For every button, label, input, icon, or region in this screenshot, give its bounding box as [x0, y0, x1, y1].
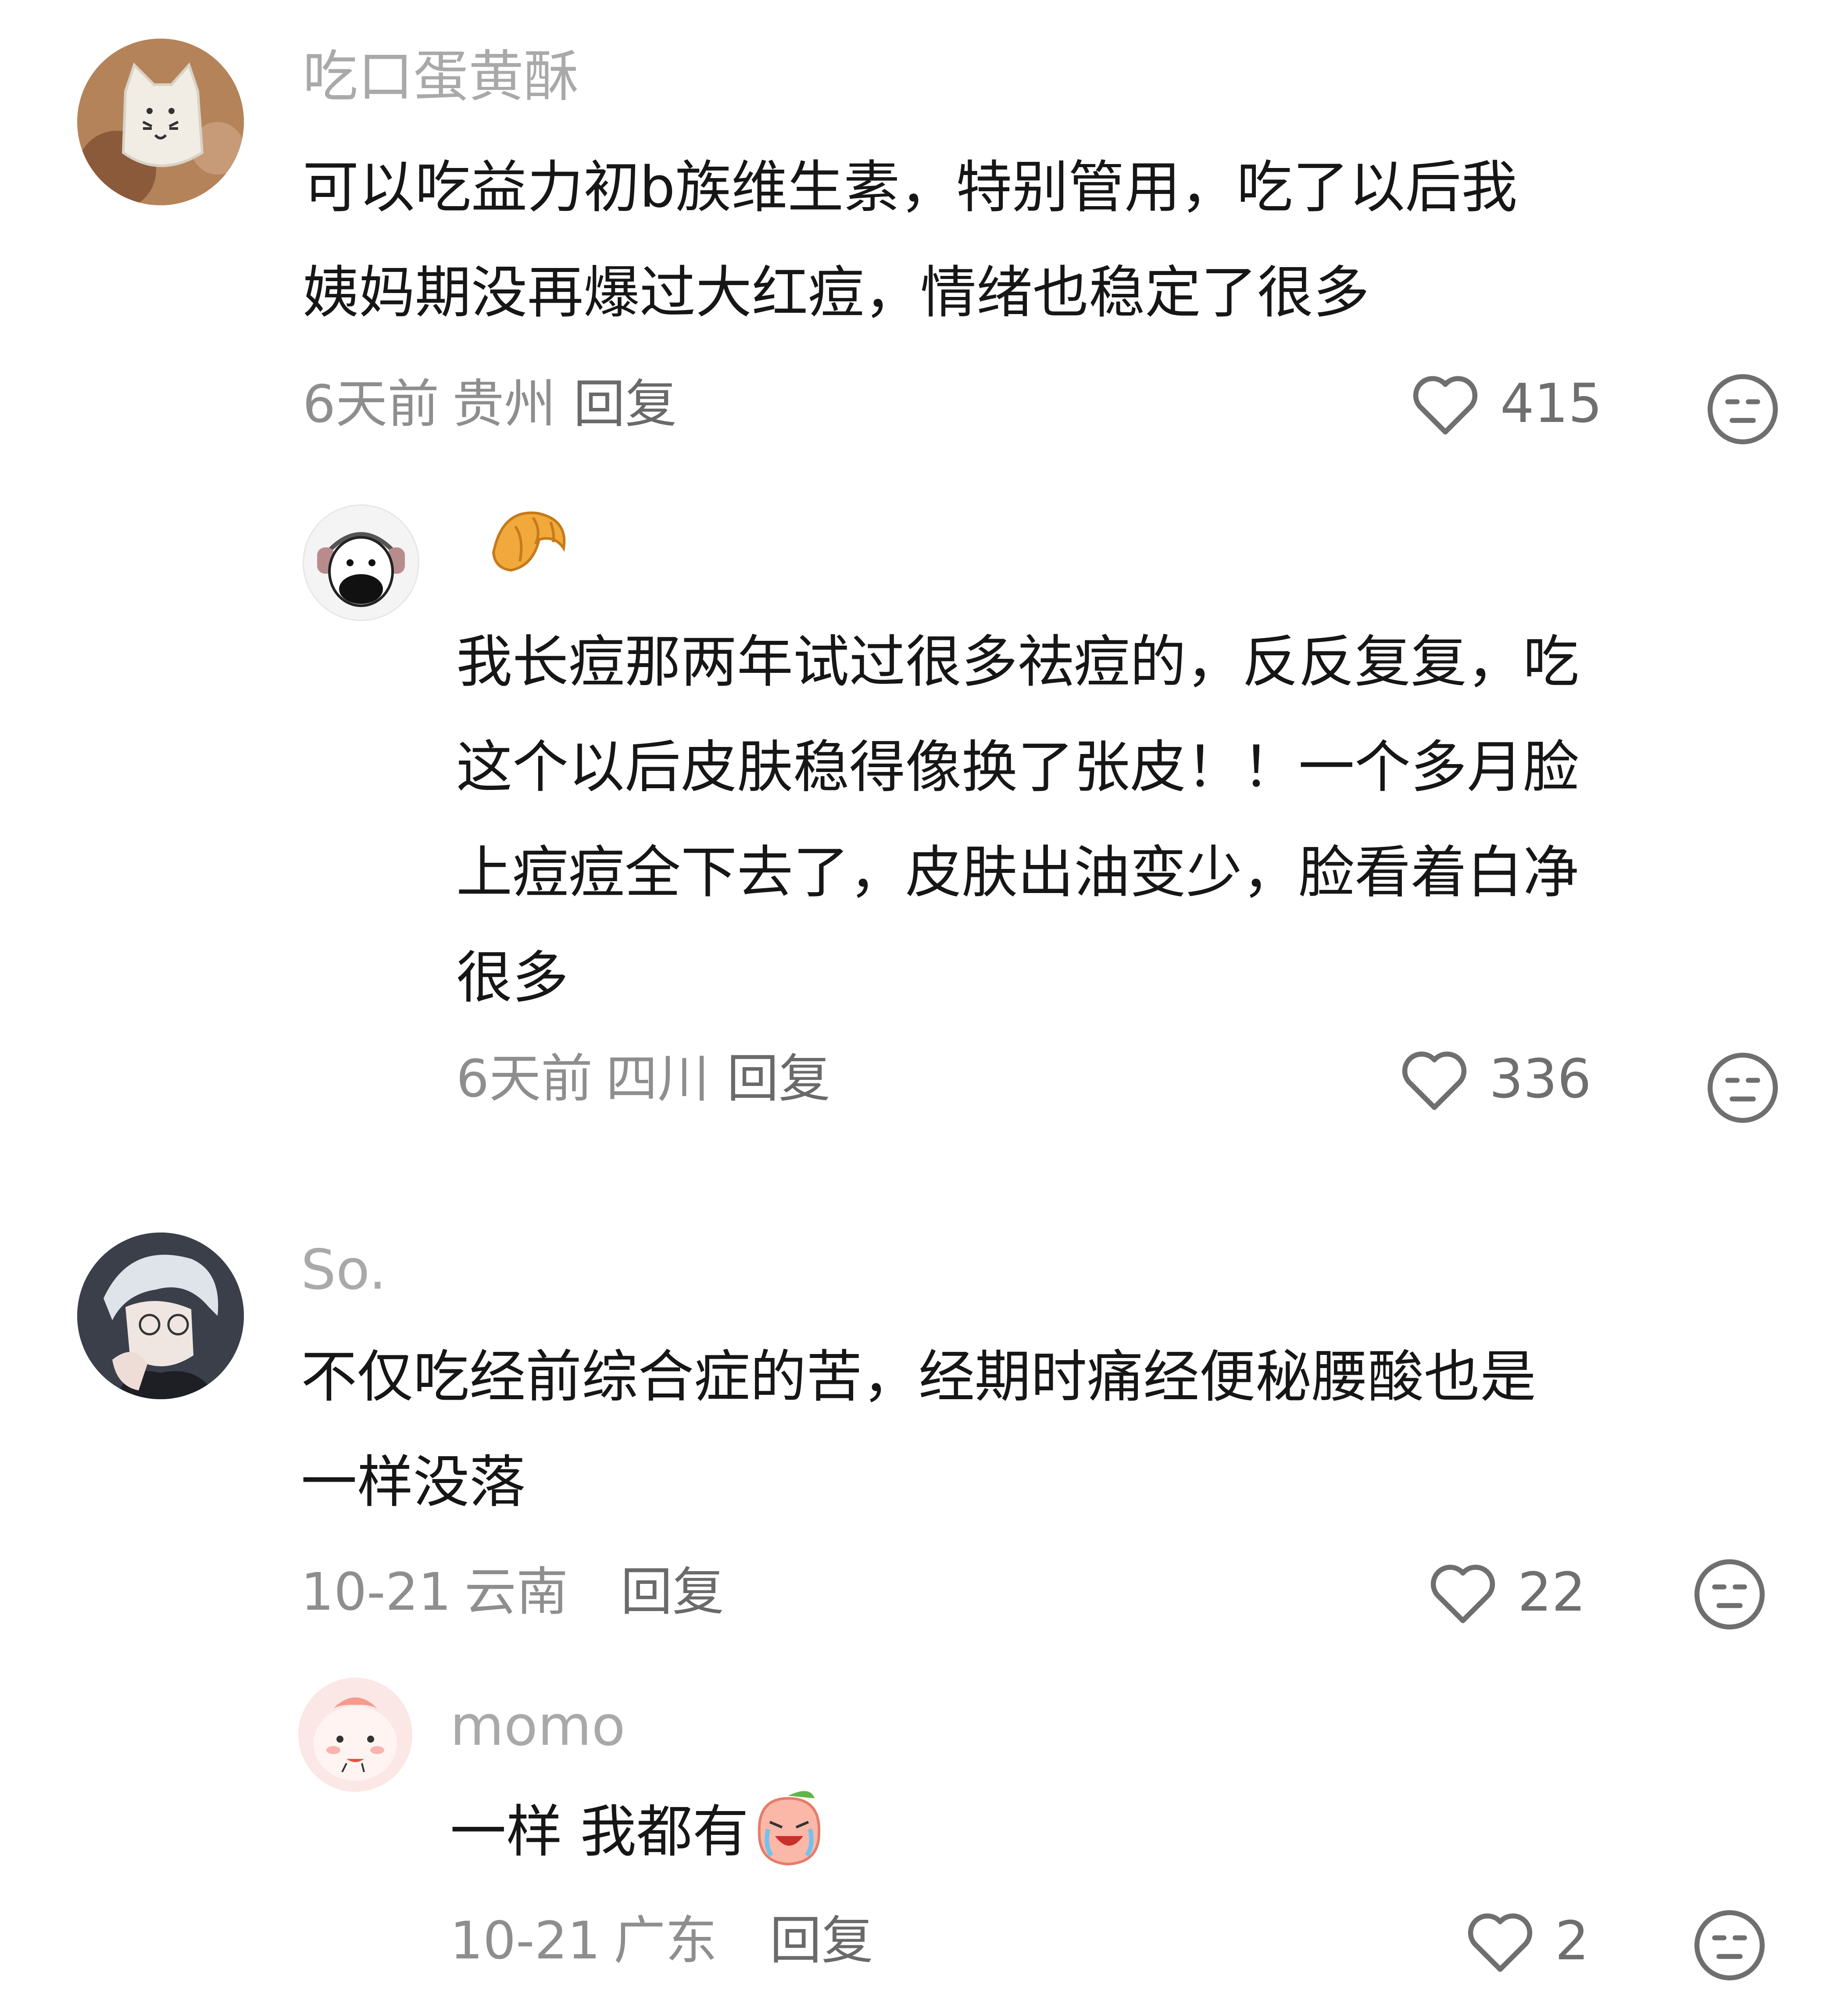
comment-username[interactable]: So.	[301, 1242, 386, 1297]
like-button[interactable]: 22	[1426, 1559, 1586, 1625]
heart-outline-icon	[1430, 1565, 1495, 1623]
anime-boy-avatar-icon	[77, 1233, 244, 1399]
crying-peach-emoji	[758, 1791, 820, 1866]
comment-line: 不仅吃经前综合症的苦，经期时痛经便秘腰酸也是	[301, 1344, 1537, 1410]
neutral-face-icon[interactable]	[1692, 1557, 1767, 1632]
comment-meta: 6天前 贵州 回复	[303, 378, 677, 430]
comment-text: 不仅吃经前综合症的苦，经期时痛经便秘腰酸也是 一样没落	[301, 1325, 1792, 1535]
comment-meta: 10-21 广东 回复	[450, 1915, 873, 1966]
avatar[interactable]	[303, 504, 419, 621]
avatar[interactable]	[298, 1678, 412, 1792]
comment-meta: 6天前 四川 回复	[456, 1053, 830, 1104]
comment-location: 广东	[613, 1910, 717, 1971]
comment-line: 上痘痘全下去了，皮肤出油变少，脸看着白净	[456, 840, 1580, 905]
comment-location: 云南	[464, 1561, 568, 1622]
like-button[interactable]: 415	[1408, 371, 1602, 436]
comment-text: 一样 我都有	[450, 1785, 1766, 1869]
comment-location: 贵州	[452, 374, 556, 434]
neutral-face-icon[interactable]	[1705, 372, 1780, 447]
comment-meta: 10-21 云南 回复	[301, 1566, 724, 1618]
comment-username[interactable]: 吃口蛋黄酥	[303, 49, 579, 104]
comment-time: 6天前	[303, 374, 440, 434]
neutral-face-icon[interactable]	[1692, 1908, 1767, 1983]
reply-button[interactable]: 回复	[573, 374, 677, 434]
comment-line: 很多	[456, 945, 569, 1011]
like-count: 22	[1518, 1561, 1586, 1623]
comment-time: 6天前	[456, 1048, 593, 1109]
comment-location: 四川	[606, 1048, 710, 1109]
avatar[interactable]	[77, 1233, 244, 1399]
heart-outline-icon	[1468, 1913, 1533, 1972]
reply-button[interactable]: 回复	[621, 1561, 724, 1622]
comment-line: 我长痘那两年试过很多祛痘的，反反复复，吃	[456, 629, 1580, 695]
heart-outline-icon	[1413, 376, 1478, 435]
comment-username[interactable]: momo	[450, 1698, 626, 1754]
comment-time: 10-21	[301, 1561, 451, 1622]
comment-line: 一样没落	[301, 1450, 526, 1515]
like-button[interactable]: 2	[1463, 1908, 1589, 1974]
avatar[interactable]	[77, 39, 244, 205]
like-count: 415	[1500, 372, 1602, 435]
comment-time: 10-21	[450, 1910, 601, 1971]
cow-headphones-avatar-icon	[304, 506, 418, 620]
comment-line: 一样 我都有	[450, 1799, 749, 1865]
neutral-face-icon[interactable]	[1705, 1050, 1780, 1125]
pink-cartoon-avatar-icon	[298, 1678, 412, 1792]
like-count: 2	[1555, 1910, 1589, 1972]
reply-button[interactable]: 回复	[727, 1048, 830, 1109]
croissant-emoji	[492, 511, 566, 572]
reply-button[interactable]: 回复	[770, 1910, 873, 1971]
heart-outline-icon	[1402, 1051, 1467, 1110]
comment-text: 我长痘那两年试过很多祛痘的，反反复复，吃 这个以后皮肤稳得像换了张皮！！一个多月…	[456, 610, 1794, 1031]
comment-line: 这个以后皮肤稳得像换了张皮！！一个多月脸	[456, 735, 1580, 800]
cat-mask-avatar-icon	[77, 39, 244, 205]
comment-line: 可以吃益力初b族维生素，特别管用，吃了以后我	[303, 155, 1518, 220]
like-button[interactable]: 336	[1397, 1046, 1591, 1112]
like-count: 336	[1489, 1048, 1591, 1110]
comment-text: 可以吃益力初b族维生素，特别管用，吃了以后我 姨妈期没再爆过大红痘，情绪也稳定了…	[303, 135, 1785, 346]
comment-line: 姨妈期没再爆过大红痘，情绪也稳定了很多	[303, 260, 1370, 325]
